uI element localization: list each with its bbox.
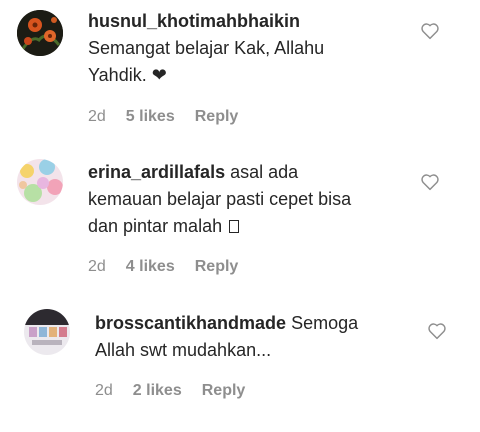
likes-count[interactable]: 5 likes [126, 108, 175, 126]
comment-meta: 2d 4 likes Reply [88, 258, 238, 276]
comment-meta: 2d 5 likes Reply [88, 108, 238, 126]
heart-icon[interactable] [420, 173, 440, 191]
comment-username[interactable]: husnul_khotimahbhaikin [88, 11, 300, 31]
comment-username[interactable]: erina_ardillafals [88, 162, 225, 182]
comment-line: asal ada [225, 162, 299, 182]
comment-age: 2d [88, 258, 106, 275]
comment-line: dan pintar malah [88, 216, 223, 236]
avatar[interactable] [24, 309, 70, 355]
missing-glyph-icon [229, 220, 240, 233]
flower-avatar-image [17, 10, 63, 56]
reply-button[interactable]: Reply [195, 258, 239, 276]
comment-line: Semangat belajar Kak, Allahu [88, 38, 325, 58]
reply-button[interactable]: Reply [195, 108, 239, 126]
comment-age: 2d [88, 108, 106, 125]
comment-line: Allah swt mudahkan... [95, 340, 272, 360]
heart-icon[interactable] [420, 22, 440, 40]
comment-line: Semoga [286, 313, 359, 333]
reply-button[interactable]: Reply [202, 382, 246, 400]
likes-count[interactable]: 4 likes [126, 258, 175, 276]
comment-age: 2d [95, 382, 113, 399]
pastel-avatar-image [17, 159, 63, 205]
likes-count[interactable]: 2 likes [133, 382, 182, 400]
avatar[interactable] [17, 159, 63, 205]
comment-text: erina_ardillafals asal ada kemauan belaj… [88, 159, 351, 240]
heart-icon[interactable] [427, 322, 447, 340]
comment-line: kemauan belajar pasti cepet bisa [88, 189, 352, 209]
comment-line: Yahdik. ❤ [88, 65, 167, 85]
comment-text: husnul_khotimahbhaikin Semangat belajar … [88, 8, 324, 89]
comment-meta: 2d 2 likes Reply [95, 382, 245, 400]
comment-text: brosscantikhandmade Semoga Allah swt mud… [95, 310, 358, 364]
comment-username[interactable]: brosscantikhandmade [95, 313, 286, 333]
avatar[interactable] [17, 10, 63, 56]
handmade-avatar-image [24, 309, 70, 355]
